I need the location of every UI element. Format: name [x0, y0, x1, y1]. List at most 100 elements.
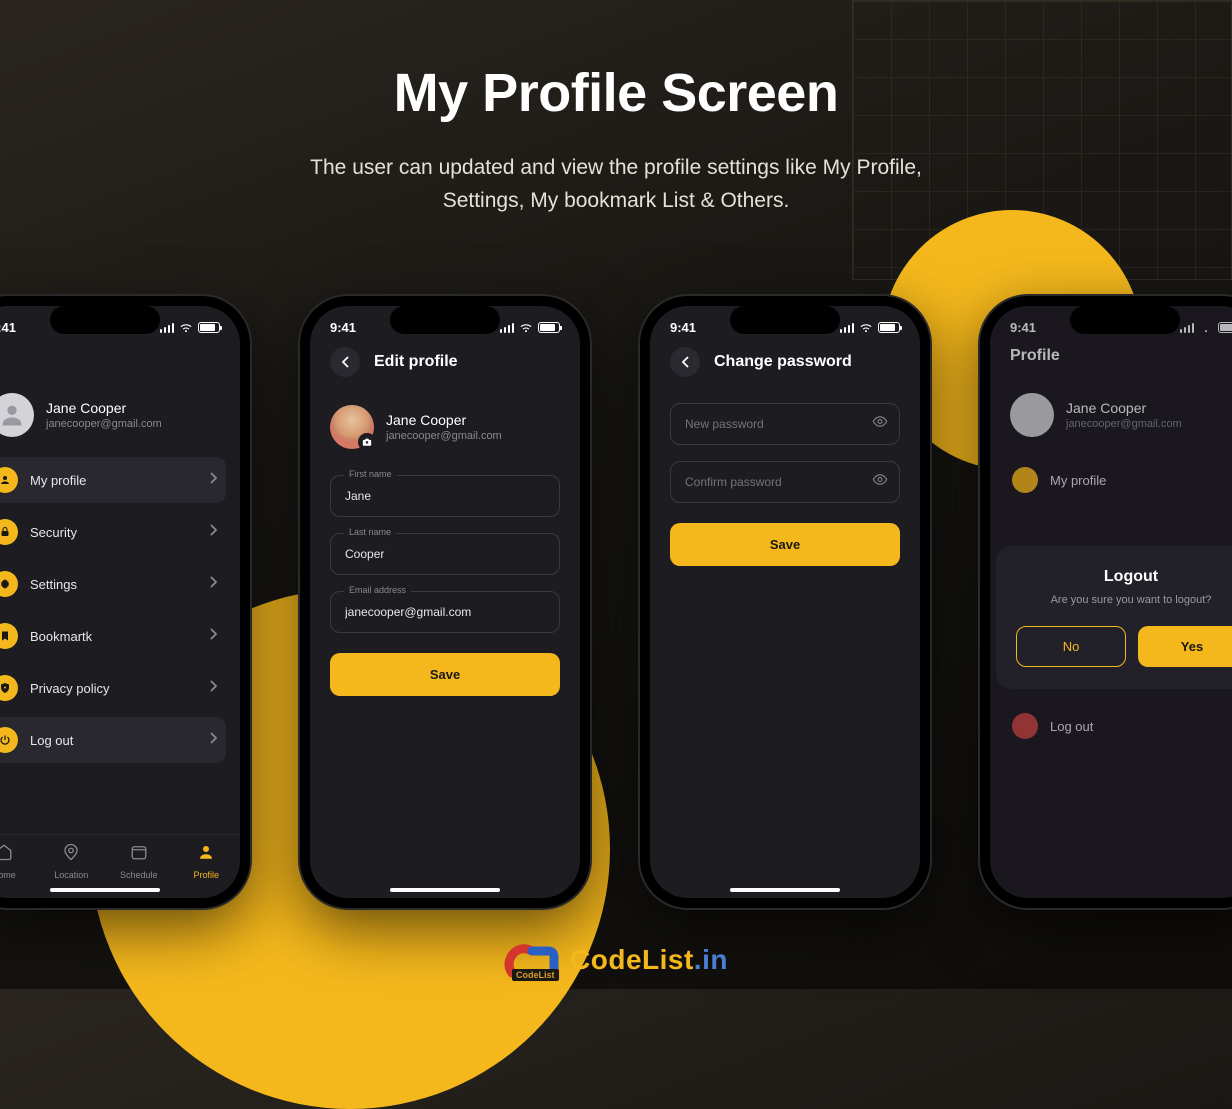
- page-header: Change password: [650, 339, 920, 391]
- first-name-input[interactable]: [330, 475, 560, 517]
- wifi-icon: [179, 323, 193, 333]
- user-icon: [0, 401, 26, 429]
- no-button[interactable]: No: [1016, 626, 1126, 667]
- last-name-label: Last name: [344, 527, 396, 537]
- hero-title: My Profile Screen: [0, 62, 1232, 124]
- modal-title: Logout: [1016, 568, 1232, 586]
- menu-label: Log out: [30, 733, 198, 748]
- signal-icon: [160, 323, 175, 333]
- chevron-right-icon: [210, 627, 218, 645]
- power-icon: [0, 727, 18, 753]
- last-name-field-wrap: Last name: [330, 533, 560, 575]
- battery-icon: [198, 322, 220, 333]
- last-name-input[interactable]: [330, 533, 560, 575]
- menu-label: My profile: [30, 473, 198, 488]
- signal-icon: [500, 323, 515, 333]
- location-icon: [62, 843, 80, 866]
- device-notch: [50, 306, 160, 334]
- toggle-visibility-button[interactable]: [872, 472, 888, 493]
- chevron-right-icon: [210, 575, 218, 593]
- profile-email: janecooper@gmail.com: [386, 430, 502, 442]
- shield-icon: [0, 675, 18, 701]
- menu-item-logout[interactable]: Log out: [0, 717, 226, 763]
- hero-subtitle: The user can updated and view the profil…: [0, 152, 1232, 217]
- page-header: Edit profile: [310, 339, 580, 391]
- gear-icon: [0, 571, 18, 597]
- profile-name: Jane Cooper: [46, 400, 162, 416]
- nav-label: Location: [54, 870, 88, 880]
- menu-item-privacy[interactable]: Privacy policy: [0, 665, 226, 711]
- confirm-password-field-wrap: [670, 461, 900, 503]
- menu-label: Bookmartk: [30, 629, 198, 644]
- page-title: Edit profile: [374, 353, 458, 371]
- camera-button[interactable]: [358, 433, 376, 451]
- wifi-icon: [859, 323, 873, 333]
- nav-location[interactable]: Location: [38, 843, 106, 880]
- profile-block: Jane Cooper janecooper@gmail.com: [310, 391, 580, 469]
- new-password-field-wrap: [670, 403, 900, 445]
- email-label: Email address: [344, 585, 411, 595]
- menu-item-my-profile[interactable]: My profile: [0, 457, 226, 503]
- home-indicator: [730, 888, 840, 892]
- brand-logo: CodeList CodeList.in: [504, 941, 728, 979]
- status-time: 9:41: [330, 320, 356, 335]
- nav-label: Schedule: [120, 870, 158, 880]
- hero-subtitle-line1: The user can updated and view the profil…: [310, 156, 922, 179]
- lock-icon: [0, 519, 18, 545]
- brand-mark-icon: CodeList: [504, 941, 562, 979]
- hero-subtitle-line2: Settings, My bookmark List & Others.: [443, 189, 790, 212]
- edit-form: First name Last name Email address Save: [310, 469, 580, 702]
- chevron-right-icon: [210, 471, 218, 489]
- status-time: 9:41: [670, 320, 696, 335]
- calendar-icon: [130, 843, 148, 866]
- profile-email: janecooper@gmail.com: [46, 418, 162, 430]
- brand-text: CodeList.in: [570, 944, 728, 976]
- battery-icon: [538, 322, 560, 333]
- new-password-input[interactable]: [670, 403, 900, 445]
- camera-icon: [362, 437, 372, 447]
- signal-icon: [840, 323, 855, 333]
- home-icon: [0, 843, 13, 866]
- chevron-right-icon: [210, 523, 218, 541]
- eye-icon: [872, 472, 888, 488]
- nav-home[interactable]: Home: [0, 843, 38, 880]
- back-button[interactable]: [670, 347, 700, 377]
- menu-item-bookmark[interactable]: Bookmartk: [0, 613, 226, 659]
- save-button[interactable]: Save: [330, 653, 560, 696]
- wifi-icon: [519, 323, 533, 333]
- first-name-label: First name: [344, 469, 397, 479]
- toggle-visibility-button[interactable]: [872, 414, 888, 435]
- phone-mockup-edit-profile: 9:41 Edit profile Jane Cooper janecooper…: [300, 296, 590, 908]
- phone-mockup-change-password: 9:41 Change password: [640, 296, 930, 908]
- chevron-left-icon: [341, 356, 349, 368]
- chevron-right-icon: [210, 731, 218, 749]
- phone-mockup-logout: 9:41 Profile Jane Cooperjanecooper@gmail…: [980, 296, 1232, 908]
- user-icon: [197, 843, 215, 866]
- menu-label: Settings: [30, 577, 198, 592]
- profile-name: Jane Cooper: [386, 412, 502, 428]
- menu-item-settings[interactable]: Settings: [0, 561, 226, 607]
- device-notch: [390, 306, 500, 334]
- home-indicator: [50, 888, 160, 892]
- confirm-password-input[interactable]: [670, 461, 900, 503]
- profile-menu: My profile Security Settings Bookmartk: [0, 457, 240, 763]
- back-button[interactable]: [330, 347, 360, 377]
- email-input[interactable]: [330, 591, 560, 633]
- nav-label: Profile: [193, 870, 219, 880]
- nav-label: Home: [0, 870, 16, 880]
- brand-sub-label: CodeList: [512, 969, 559, 981]
- modal-message: Are you sure you want to logout?: [1016, 594, 1232, 606]
- save-button[interactable]: Save: [670, 523, 900, 566]
- menu-item-security[interactable]: Security: [0, 509, 226, 555]
- avatar-image[interactable]: [330, 405, 374, 449]
- nav-schedule[interactable]: Schedule: [105, 843, 173, 880]
- page-title: Change password: [714, 353, 852, 371]
- nav-profile[interactable]: Profile: [173, 843, 241, 880]
- first-name-field-wrap: First name: [330, 475, 560, 517]
- status-time: 9:41: [0, 320, 16, 335]
- password-form: Save: [650, 397, 920, 572]
- home-indicator: [390, 888, 500, 892]
- chevron-right-icon: [210, 679, 218, 697]
- yes-button[interactable]: Yes: [1138, 626, 1232, 667]
- user-icon: [0, 467, 18, 493]
